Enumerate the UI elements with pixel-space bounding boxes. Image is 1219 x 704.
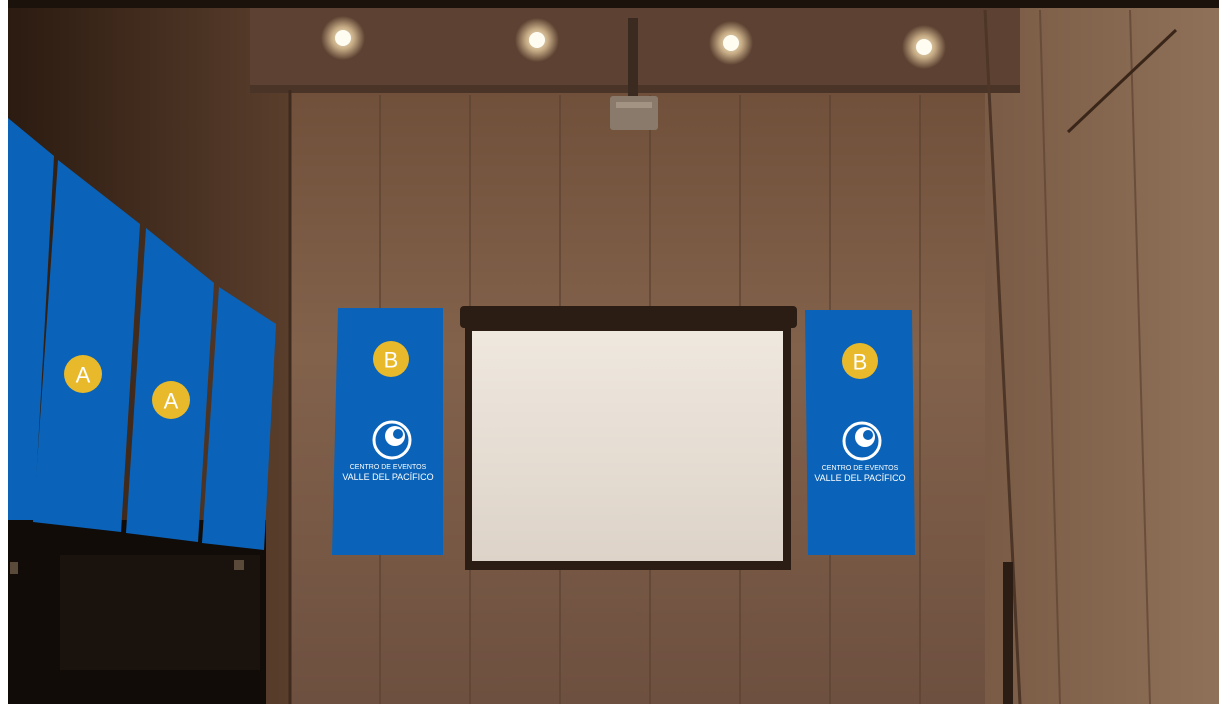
- right-wall: [985, 0, 1219, 704]
- banner-b-right: B CENTRO DE EVENTOS VALLE DEL PACÍFICO: [805, 310, 915, 555]
- banner-b-left-label: B: [384, 348, 399, 373]
- badge-a-1: A: [64, 355, 102, 393]
- badge-a-2-label: A: [164, 389, 179, 414]
- auditorium-scene: A A B CENTRO DE EVENTOS VALLE DEL PACÍFI…: [0, 0, 1219, 704]
- banner-b-right-logo-line2: VALLE DEL PACÍFICO: [814, 473, 905, 483]
- projection-screen: [460, 306, 797, 570]
- left-lower-switch-2: [10, 562, 18, 574]
- banner-b-right-label: B: [853, 350, 868, 375]
- banner-b-right-logo-line1: CENTRO DE EVENTOS: [822, 465, 899, 472]
- screen-housing: [460, 306, 797, 328]
- screen-surface: [472, 331, 783, 561]
- badge-a-2: A: [152, 381, 190, 419]
- banner-b-left-logo-line2: VALLE DEL PACÍFICO: [342, 472, 433, 482]
- banner-b-left: B CENTRO DE EVENTOS VALLE DEL PACÍFICO: [332, 308, 443, 555]
- left-lower-panel: [60, 555, 260, 670]
- left-lower-switch: [234, 560, 244, 570]
- badge-a-1-label: A: [76, 363, 91, 388]
- top-edge: [0, 0, 1219, 8]
- bottom-left-edge: [0, 0, 8, 704]
- scene-illustration: A A B CENTRO DE EVENTOS VALLE DEL PACÍFI…: [0, 0, 1219, 704]
- banner-b-left-logo-line1: CENTRO DE EVENTOS: [350, 464, 427, 471]
- wall-rail: [1003, 562, 1013, 704]
